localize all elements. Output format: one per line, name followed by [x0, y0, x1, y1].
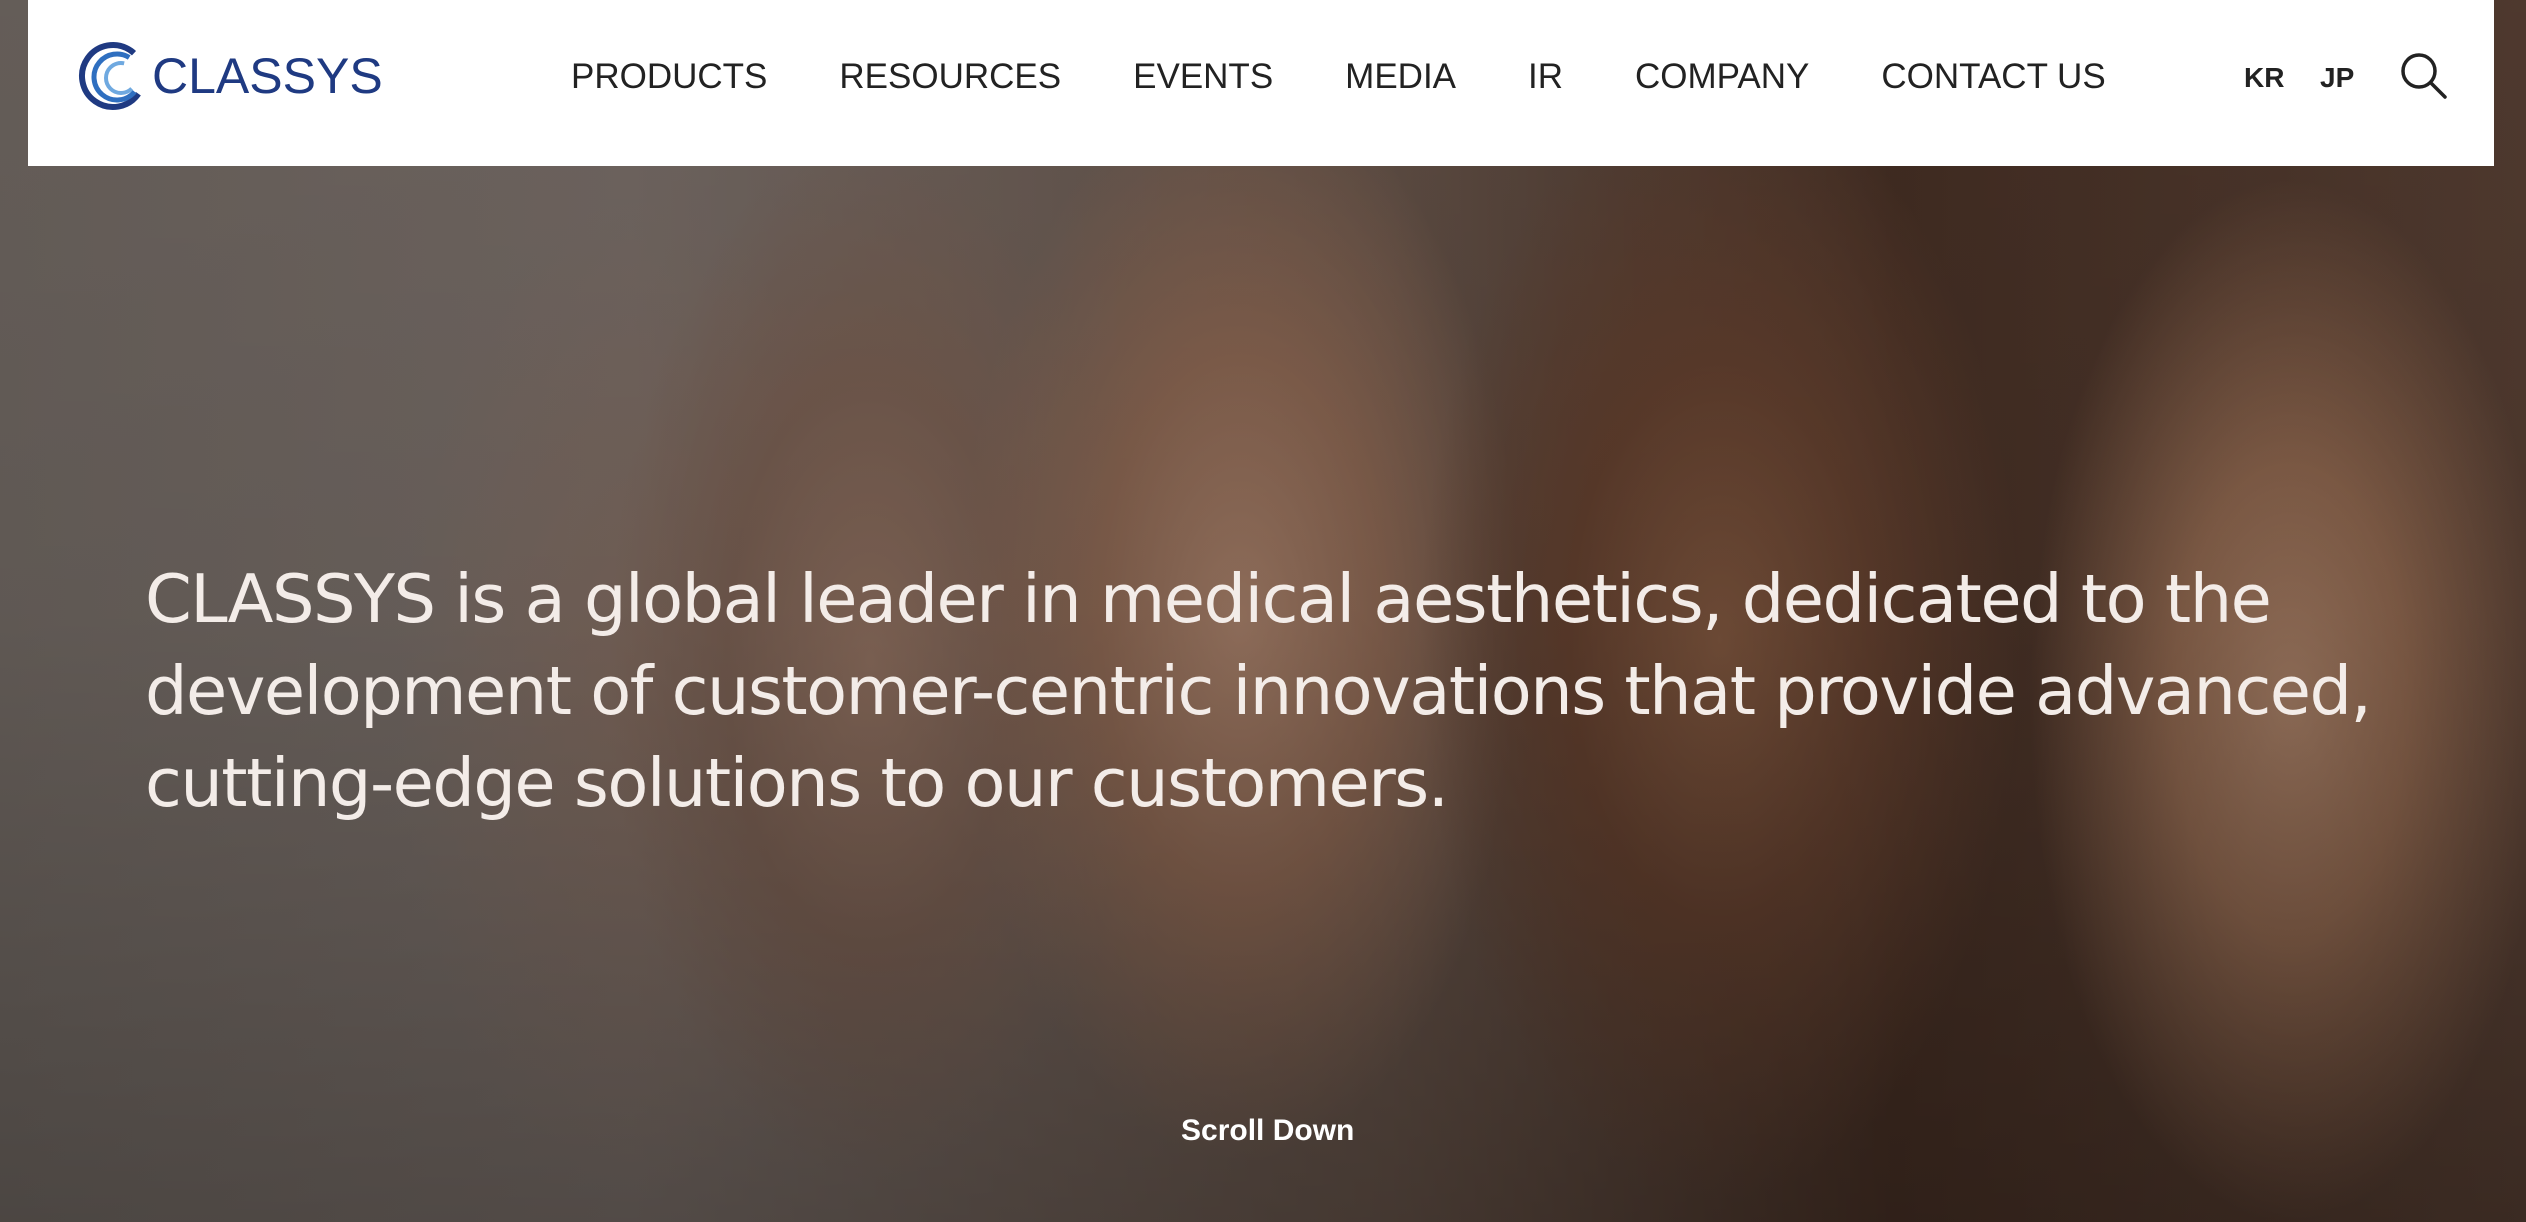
main-nav: PRODUCTS RESOURCES EVENTS MEDIA IR COMPA…	[571, 52, 2106, 102]
nav-item-ir[interactable]: IR	[1528, 52, 1563, 102]
scroll-down-link[interactable]: Scroll Down	[1181, 1114, 1354, 1148]
search-button[interactable]	[2398, 50, 2450, 102]
site-header: CLASSYS PRODUCTS RESOURCES EVENTS MEDIA …	[28, 0, 2494, 166]
classys-logo[interactable]: CLASSYS	[78, 40, 383, 112]
nav-item-events[interactable]: EVENTS	[1133, 52, 1273, 102]
nav-item-company[interactable]: COMPANY	[1635, 52, 1809, 102]
hero-headline: CLASSYS is a global leader in medical ae…	[145, 559, 2372, 822]
nav-item-media[interactable]: MEDIA	[1345, 52, 1456, 102]
classys-logo-icon	[79, 42, 147, 110]
logo-text: CLASSYS	[152, 48, 383, 104]
language-jp[interactable]: JP	[2320, 58, 2354, 98]
language-kr[interactable]: KR	[2244, 58, 2284, 98]
page: CLASSYS PRODUCTS RESOURCES EVENTS MEDIA …	[0, 0, 2526, 1222]
nav-item-resources[interactable]: RESOURCES	[839, 52, 1061, 102]
nav-item-products[interactable]: PRODUCTS	[571, 52, 767, 102]
search-icon	[2401, 53, 2447, 99]
nav-item-contact-us[interactable]: CONTACT US	[1881, 52, 2105, 102]
